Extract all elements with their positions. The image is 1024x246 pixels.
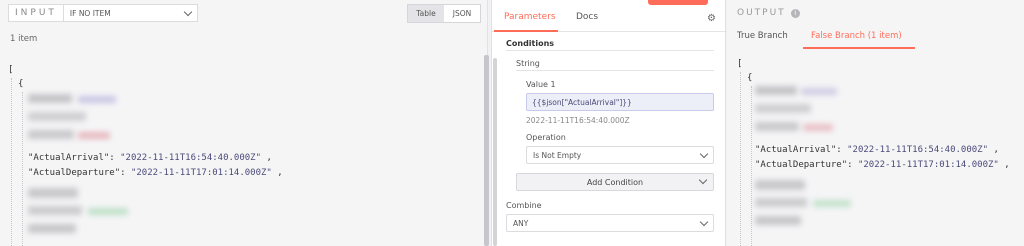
blurred-field xyxy=(78,96,116,103)
json-key: "ActualDeparture" xyxy=(755,160,848,170)
operation-select-value: Is Not Empty xyxy=(533,150,582,160)
json-view-button[interactable]: JSON xyxy=(444,5,480,22)
chevron-down-icon xyxy=(183,7,193,16)
json-key: "ActualArrival" xyxy=(755,145,837,155)
input-item-count: 1 item xyxy=(10,34,38,44)
value1-preview: 2022-11-11T16:54:40.000Z xyxy=(526,116,630,125)
json-value: "2022-11-11T16:54:40.000Z" xyxy=(847,145,989,155)
json-line-arrival: "ActualArrival": "2022-11-11T16:54:40.00… xyxy=(28,154,272,163)
json-key: "ActualDeparture" xyxy=(28,168,121,178)
input-panel: INPUT IF NO ITEM Table JSON 1 item [ { "… xyxy=(0,0,488,246)
json-comma: , xyxy=(1004,160,1010,170)
input-item-select[interactable]: IF NO ITEM xyxy=(64,5,197,21)
add-condition-button[interactable]: Add Condition xyxy=(516,173,714,191)
active-tab-underline xyxy=(803,47,915,49)
params-scrollbar[interactable] xyxy=(493,58,497,246)
json-line-arrival: "ActualArrival": "2022-11-11T16:54:40.00… xyxy=(755,146,999,155)
output-panel: OUTPUT i True Branch False Branch (1 ite… xyxy=(727,0,1024,246)
json-colon: : xyxy=(120,168,126,178)
chevron-down-icon xyxy=(699,149,709,158)
input-label: INPUT xyxy=(9,5,64,21)
blurred-field xyxy=(755,216,801,225)
input-header: INPUT IF NO ITEM xyxy=(8,4,198,22)
info-icon[interactable]: i xyxy=(790,8,800,18)
operation-select[interactable]: Is Not Empty xyxy=(526,146,714,164)
blurred-field xyxy=(803,124,833,131)
json-open-brace: { xyxy=(18,79,24,89)
json-comma: , xyxy=(993,145,999,155)
combine-select[interactable]: ANY xyxy=(506,214,714,232)
blurred-field xyxy=(755,86,797,95)
blurred-field xyxy=(28,130,74,139)
blurred-field xyxy=(28,188,78,198)
indent-guide xyxy=(11,78,12,246)
gear-icon[interactable]: ⚙ xyxy=(707,14,717,24)
divider xyxy=(506,50,714,51)
value1-expression-input[interactable]: {{$json["ActualArrival"]}} xyxy=(526,93,714,111)
output-header: OUTPUT i xyxy=(737,8,800,18)
tab-true-branch[interactable]: True Branch xyxy=(737,31,788,41)
value1-label: Value 1 xyxy=(526,80,556,89)
json-open-bracket: [ xyxy=(737,59,743,69)
blurred-field xyxy=(28,112,86,121)
json-value: "2022-11-11T16:54:40.000Z" xyxy=(120,153,262,163)
output-title: OUTPUT xyxy=(737,8,786,18)
add-condition-label: Add Condition xyxy=(586,177,644,187)
panel-resize-handle[interactable] xyxy=(484,55,489,246)
blurred-field xyxy=(78,132,110,139)
blurred-field xyxy=(28,224,76,233)
json-open-bracket: [ xyxy=(8,65,14,75)
indent-guide xyxy=(740,72,741,246)
json-colon: : xyxy=(109,153,115,163)
combine-select-value: ANY xyxy=(513,218,529,228)
blurred-field xyxy=(755,180,805,190)
divider xyxy=(516,70,714,71)
blurred-field xyxy=(755,198,807,207)
indent-guide xyxy=(22,92,23,246)
json-open-brace: { xyxy=(747,73,753,83)
json-comma: , xyxy=(266,153,272,163)
blurred-field xyxy=(28,206,82,215)
string-title: String xyxy=(516,59,540,68)
view-toggle: Table JSON xyxy=(407,4,481,23)
active-tab-underline xyxy=(494,30,558,32)
json-line-departure: "ActualDeparture": "2022-11-11T17:01:14.… xyxy=(28,169,283,178)
tab-parameters[interactable]: Parameters xyxy=(504,12,556,22)
input-item-select-value: IF NO ITEM xyxy=(69,8,111,18)
combine-label: Combine xyxy=(506,201,542,210)
json-value: "2022-11-11T17:01:14.000Z" xyxy=(130,168,272,178)
json-comma: , xyxy=(277,168,283,178)
conditions-title: Conditions xyxy=(506,39,555,48)
indent-guide xyxy=(751,86,752,246)
execute-button-edge[interactable] xyxy=(648,0,708,5)
tab-docs[interactable]: Docs xyxy=(576,12,598,22)
table-view-button[interactable]: Table xyxy=(408,5,444,22)
blurred-field xyxy=(755,104,811,113)
params-tabs: Parameters Docs ⚙ xyxy=(492,10,727,32)
operation-label: Operation xyxy=(526,133,566,142)
blurred-field xyxy=(813,200,851,207)
blurred-field xyxy=(755,122,799,131)
tab-false-branch[interactable]: False Branch (1 item) xyxy=(811,31,902,41)
json-value: "2022-11-11T17:01:14.000Z" xyxy=(857,160,999,170)
json-colon: : xyxy=(836,145,842,155)
json-key: "ActualArrival" xyxy=(28,153,110,163)
chevron-down-icon xyxy=(698,175,708,185)
json-line-departure: "ActualDeparture": "2022-11-11T17:01:14.… xyxy=(755,161,1010,170)
json-colon: : xyxy=(847,160,853,170)
blurred-field xyxy=(801,88,837,95)
chevron-down-icon xyxy=(699,217,709,226)
blurred-field xyxy=(88,208,128,215)
blurred-field xyxy=(28,94,72,103)
parameters-panel: Parameters Docs ⚙ Conditions String Valu… xyxy=(491,0,727,246)
